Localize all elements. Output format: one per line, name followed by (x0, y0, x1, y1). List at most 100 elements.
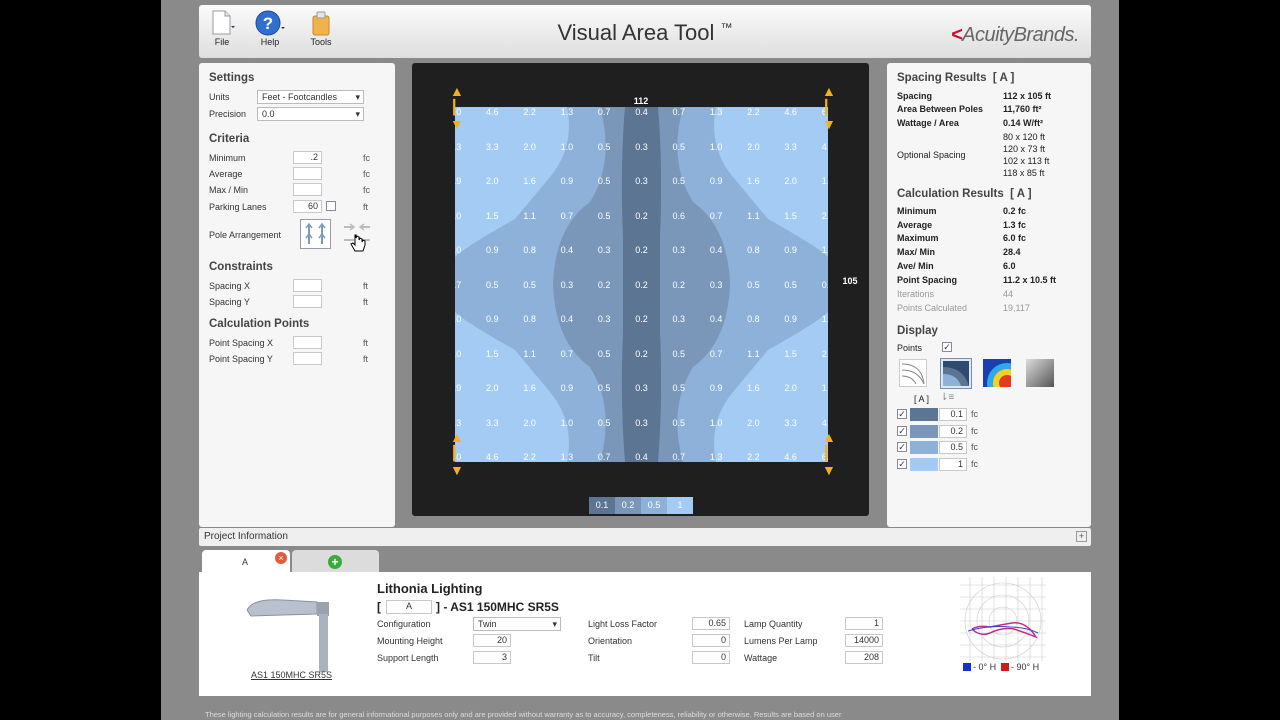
precision-label: Precision (209, 109, 247, 119)
grid-value: 2.0 (784, 176, 797, 186)
grid-value: 1.9 (821, 383, 828, 393)
level-unit: fc (971, 409, 979, 419)
lamp-quantity-label: Lamp Quantity (744, 619, 803, 629)
maxmin-input[interactable] (293, 183, 322, 196)
grid-value: 0.3 (635, 417, 648, 428)
add-luminaire-tab[interactable]: + (292, 550, 379, 572)
light-loss-factor-label: Light Loss Factor (588, 619, 658, 629)
grid-value: 2.0 (821, 348, 828, 359)
units-label: Units (209, 92, 230, 102)
grid-value: 0.8 (747, 314, 760, 324)
expand-icon[interactable]: + (1076, 531, 1087, 542)
spacing-x-unit: ft (363, 281, 369, 291)
point-spacing-y-unit: ft (363, 354, 369, 364)
grid-value: 1.0 (560, 141, 574, 152)
legend-0-h-swatch (963, 663, 971, 671)
spacing-y-input[interactable] (293, 295, 322, 308)
optional-spacing-option[interactable]: 118 x 85 ft (1003, 168, 1044, 178)
grid-value: 0.9 (709, 176, 723, 186)
level-value-input[interactable]: 0.2 (939, 424, 967, 438)
grid-value: 4.3 (821, 417, 828, 428)
view-grayscale-button[interactable] (1026, 359, 1054, 387)
grid-value: 2.0 (486, 383, 499, 393)
calculation-points-heading: Calculation Points (209, 318, 310, 330)
parking-lanes-label: Parking Lanes (209, 202, 267, 212)
calc-result-value: 11.2 x 10.5 ft (1003, 274, 1057, 285)
light-loss-factor-input[interactable]: 0.65 (692, 617, 730, 630)
precision-select[interactable]: 0.0 (257, 107, 364, 121)
point-spacing-x-input[interactable] (293, 336, 322, 349)
level-color-swatch[interactable] (910, 441, 938, 454)
level-checkbox[interactable]: ✓ (897, 425, 907, 436)
mounting-height-input[interactable]: 20 (473, 634, 511, 647)
average-input[interactable] (293, 167, 322, 180)
minimum-input[interactable]: .2 (293, 151, 322, 164)
level-checkbox[interactable]: ✓ (897, 442, 907, 452)
level-color-swatch[interactable] (910, 457, 938, 471)
calc-result-label: Points Calculated (897, 302, 968, 313)
level-value-input[interactable]: 1 (939, 457, 967, 471)
tab-a[interactable]: A × (202, 550, 290, 572)
luminaire-panel: AS1 150MHC SR5S Lithonia Lighting [ A ] … (199, 572, 1091, 696)
luminaire-id-input[interactable]: A (386, 600, 432, 614)
level-checkbox[interactable]: ✓ (897, 409, 907, 419)
calc-result-value: 6.0 (1003, 260, 1016, 271)
points-checkbox[interactable]: ✓ (942, 342, 952, 352)
optional-spacing-option[interactable]: 102 x 113 ft (1003, 156, 1049, 166)
grid-value: 0.2 (635, 210, 648, 221)
lamp-quantity-input[interactable]: 1 (845, 617, 883, 630)
view-lines-button[interactable] (899, 359, 927, 387)
view-filled-button[interactable] (940, 358, 972, 389)
pole-arrangement-single-button[interactable] (300, 219, 331, 249)
spacing-x-input[interactable] (293, 279, 322, 292)
minimum-label: Minimum (209, 153, 246, 163)
grid-value: 0.3 (635, 383, 648, 393)
grid-value: 3.3 (784, 417, 797, 428)
area-label: Area Between Poles (897, 104, 984, 114)
wattage-input[interactable]: 208 (845, 651, 883, 664)
tilt-input[interactable]: 0 (692, 651, 730, 664)
level-value-input[interactable]: 0.5 (939, 441, 967, 454)
optional-spacing-option[interactable]: 80 x 120 ft (1003, 132, 1045, 142)
add-icon: + (328, 555, 342, 569)
grid-value: 0.5 (672, 417, 686, 428)
grid-value: 1.5 (486, 348, 499, 359)
grid-value: 0.9 (560, 383, 574, 393)
maxmin-label: Max / Min (209, 185, 249, 195)
luminaire-image-caption[interactable]: AS1 150MHC SR5S (251, 670, 332, 680)
grid-value: 2.2 (747, 452, 760, 462)
grid-value: 4.6 (486, 107, 499, 117)
parking-lanes-input[interactable]: 60 (293, 200, 322, 213)
lumens-per-lamp-input[interactable]: 14000 (845, 634, 883, 647)
sort-icon[interactable]: ⇂≡ (940, 392, 954, 403)
grid-value: 4.3 (821, 141, 828, 152)
grid-value: 2.2 (747, 107, 760, 117)
grid-value: 1.0 (560, 417, 574, 428)
grid-value: 0.5 (672, 348, 686, 359)
support-length-input[interactable]: 3 (473, 651, 511, 664)
isofootcandle-plot[interactable]: 112 105 6.04.62.21.30.70.40.71.32.24.66.… (412, 63, 869, 516)
legend-90-h-swatch (1001, 663, 1009, 671)
optional-spacing-option[interactable]: 120 x 73 ft (1003, 144, 1045, 154)
display-tag: [ A ] (914, 394, 930, 404)
grid-value: 3.3 (486, 141, 499, 152)
spacing-label: Spacing (897, 91, 933, 101)
grid-value: 0.7 (455, 279, 462, 290)
point-spacing-y-input[interactable] (293, 352, 322, 365)
level-color-swatch[interactable] (910, 408, 938, 421)
view-pseudocolor-button[interactable] (983, 359, 1027, 403)
orientation-input[interactable]: 0 (692, 634, 730, 647)
parking-lanes-checkbox[interactable] (326, 201, 336, 211)
spacing-y-label: Spacing Y (209, 297, 250, 307)
level-checkbox[interactable]: ✓ (897, 458, 907, 469)
configuration-select[interactable]: Twin (473, 617, 561, 631)
tab-a-label: A (242, 557, 249, 567)
level-value-input[interactable]: 0.1 (939, 408, 967, 421)
grid-value: 0.3 (709, 279, 723, 290)
contour-lines-icon (901, 363, 925, 385)
grid-value: 1.6 (747, 176, 760, 186)
close-tab-icon[interactable]: × (275, 552, 287, 564)
level-color-swatch[interactable] (910, 424, 938, 438)
grid-value: 0.3 (597, 314, 611, 324)
units-select[interactable]: Feet - Footcandles (257, 90, 364, 104)
